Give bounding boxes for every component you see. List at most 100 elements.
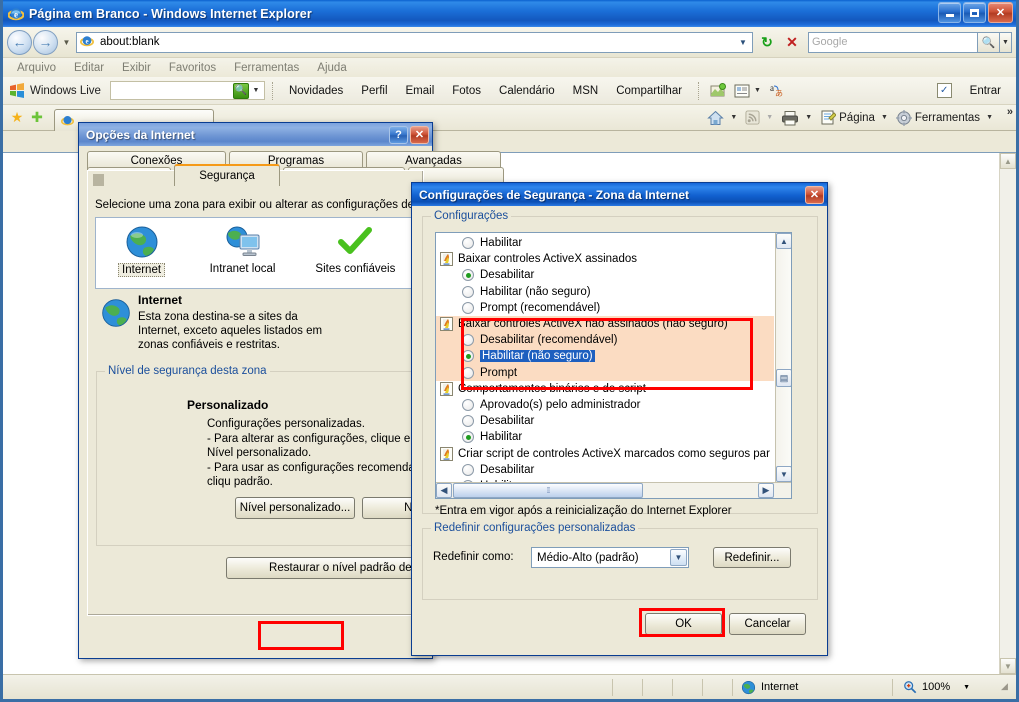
wl-link-calendario[interactable]: Calendário	[499, 85, 555, 97]
scroll-up-icon[interactable]: ▲	[776, 233, 791, 249]
close-button[interactable]: ✕	[988, 2, 1013, 23]
security-zone-indicator[interactable]: Internet	[733, 678, 893, 696]
home-dropdown-icon[interactable]: ▼	[730, 114, 737, 121]
setting-option-row[interactable]: Desabilitar	[436, 413, 774, 429]
scroll-right-icon[interactable]: ▶	[758, 483, 774, 498]
setting-option-row[interactable]: Aprovado(s) pelo administrador	[436, 397, 774, 413]
menu-item-favoritos[interactable]: Favoritos	[160, 60, 225, 76]
map-pin-icon[interactable]	[708, 81, 728, 101]
minimize-button[interactable]	[938, 2, 961, 23]
translate-icon[interactable]: a あ	[767, 81, 787, 101]
menu-item-arquivo[interactable]: Arquivo	[8, 60, 65, 76]
custom-level-button[interactable]: Nível personalizado...	[235, 497, 355, 519]
add-favorite-icon[interactable]: ✚	[28, 109, 46, 127]
recent-pages-dropdown-icon[interactable]: ▼	[60, 38, 73, 47]
zoom-dropdown-icon[interactable]: ▼	[963, 684, 970, 691]
page-vertical-scrollbar[interactable]: ▲ ▼	[999, 153, 1016, 674]
zoom-level-label: 100%	[922, 681, 951, 693]
windows-live-search-dropdown-icon[interactable]: ▼	[249, 87, 263, 94]
search-icon[interactable]: 🔍	[232, 82, 249, 99]
zone-label-intranet: Intranet local	[209, 263, 276, 275]
radio-button[interactable]	[462, 431, 474, 444]
menu-item-exibir[interactable]: Exibir	[113, 60, 160, 76]
wl-signin-link[interactable]: Entrar	[970, 85, 1001, 97]
reset-button[interactable]: Redefinir...	[713, 547, 791, 568]
reset-group-label: Redefinir configurações personalizadas	[431, 522, 639, 534]
scroll-left-icon[interactable]: ◀	[436, 483, 452, 498]
search-go-icon[interactable]: 🔍	[978, 31, 1000, 53]
command-bar-overflow-icon[interactable]: »	[1007, 106, 1013, 118]
setting-option-row[interactable]: Habilitar	[436, 235, 774, 251]
tab-seguranca[interactable]: Segurança	[174, 164, 280, 186]
search-input[interactable]: Google	[808, 31, 978, 53]
menu-item-editar[interactable]: Editar	[65, 60, 113, 76]
zone-item-intranet[interactable]: Intranet local	[199, 224, 286, 277]
radio-button[interactable]	[462, 269, 474, 282]
security-settings-cancel-button[interactable]: Cancelar	[729, 613, 806, 635]
close-icon[interactable]: ✕	[410, 125, 429, 144]
wl-link-novidades[interactable]: Novidades	[289, 85, 343, 97]
back-button[interactable]: ←	[7, 29, 32, 55]
reset-level-select[interactable]: Médio-Alto (padrão) ▼	[531, 547, 689, 568]
print-dropdown-icon[interactable]: ▼	[805, 114, 812, 121]
wl-link-email[interactable]: Email	[406, 85, 435, 97]
setting-category-row[interactable]: Criar script de controles ActiveX marcad…	[436, 445, 774, 461]
stop-button[interactable]: ✕	[781, 31, 803, 53]
radio-button[interactable]	[462, 285, 474, 298]
page-dropdown-icon[interactable]: ▼	[881, 114, 888, 121]
hscrollbar-thumb[interactable]: ⁞⁞	[453, 483, 643, 498]
radio-button[interactable]	[462, 237, 474, 250]
signin-check-icon[interactable]: ✓	[936, 83, 952, 98]
zone-item-trusted[interactable]: Sites confiáveis	[308, 224, 403, 277]
wl-link-fotos[interactable]: Fotos	[452, 85, 481, 97]
windows-live-search-input[interactable]: 🔍 ▼	[109, 81, 265, 100]
window-title: Página em Branco - Windows Internet Expl…	[29, 6, 312, 21]
page-menu-button[interactable]: Página	[817, 110, 878, 125]
zoom-control[interactable]: 100% ▼	[893, 679, 993, 696]
scroll-up-icon[interactable]: ▲	[1000, 153, 1016, 169]
settings-horizontal-scrollbar[interactable]: ◀ ⁞⁞ ▶	[436, 482, 791, 498]
wl-link-perfil[interactable]: Perfil	[361, 85, 387, 97]
clipboard-dropdown-icon[interactable]: ▼	[754, 87, 761, 94]
windows-live-toolbar: Windows Live 🔍 ▼ Novidades Perfil Email …	[3, 77, 1016, 105]
zone-item-internet[interactable]: Internet	[106, 224, 177, 277]
radio-button[interactable]	[462, 415, 474, 428]
search-placeholder: Google	[812, 36, 848, 48]
scroll-down-icon[interactable]: ▼	[776, 466, 791, 482]
clipboard-icon[interactable]	[732, 81, 752, 101]
help-button[interactable]: ?	[389, 125, 408, 144]
search-provider-dropdown-icon[interactable]: ▼	[1000, 31, 1012, 53]
setting-category-row[interactable]: Baixar controles ActiveX assinados	[436, 251, 774, 267]
print-button[interactable]	[778, 110, 802, 126]
close-icon[interactable]: ✕	[805, 185, 824, 204]
setting-option-row[interactable]: Desabilitar	[436, 462, 774, 478]
scroll-down-icon[interactable]: ▼	[1000, 658, 1016, 674]
setting-option-row[interactable]: Habilitar (não seguro)	[436, 284, 774, 300]
menu-item-ajuda[interactable]: Ajuda	[308, 60, 355, 76]
settings-vertical-scrollbar[interactable]: ▲ ▤ ▼	[775, 233, 791, 498]
wl-link-compartilhar[interactable]: Compartilhar	[616, 85, 682, 97]
setting-option-row[interactable]: Prompt (recomendável)	[436, 300, 774, 316]
security-level-group-label: Nível de segurança desta zona	[105, 365, 270, 377]
forward-button[interactable]: →	[33, 29, 58, 55]
tools-menu-button[interactable]: Ferramentas	[893, 109, 983, 126]
radio-button[interactable]	[462, 301, 474, 314]
wl-link-msn[interactable]: MSN	[573, 85, 599, 97]
selected-zone-name: Internet	[138, 293, 183, 307]
home-button[interactable]	[704, 110, 727, 126]
tools-dropdown-icon[interactable]: ▼	[986, 114, 993, 121]
favorites-center-icon[interactable]: ★	[8, 109, 26, 127]
chevron-down-icon[interactable]: ▼	[670, 549, 687, 566]
refresh-button[interactable]: ↻	[756, 31, 778, 53]
radio-button[interactable]	[462, 463, 474, 476]
resize-grip-icon[interactable]: ◢	[1001, 681, 1013, 693]
address-dropdown-icon[interactable]: ▼	[735, 34, 751, 51]
radio-button[interactable]	[462, 398, 474, 411]
address-input[interactable]: e about:blank ▼	[76, 31, 753, 53]
setting-option-row[interactable]: Desabilitar	[436, 267, 774, 283]
maximize-button[interactable]	[963, 2, 986, 23]
menu-item-ferramentas[interactable]: Ferramentas	[225, 60, 308, 76]
setting-option-row[interactable]: Habilitar	[436, 429, 774, 445]
scrollbar-thumb[interactable]: ▤	[776, 369, 791, 387]
toolbar-separator	[271, 81, 273, 100]
